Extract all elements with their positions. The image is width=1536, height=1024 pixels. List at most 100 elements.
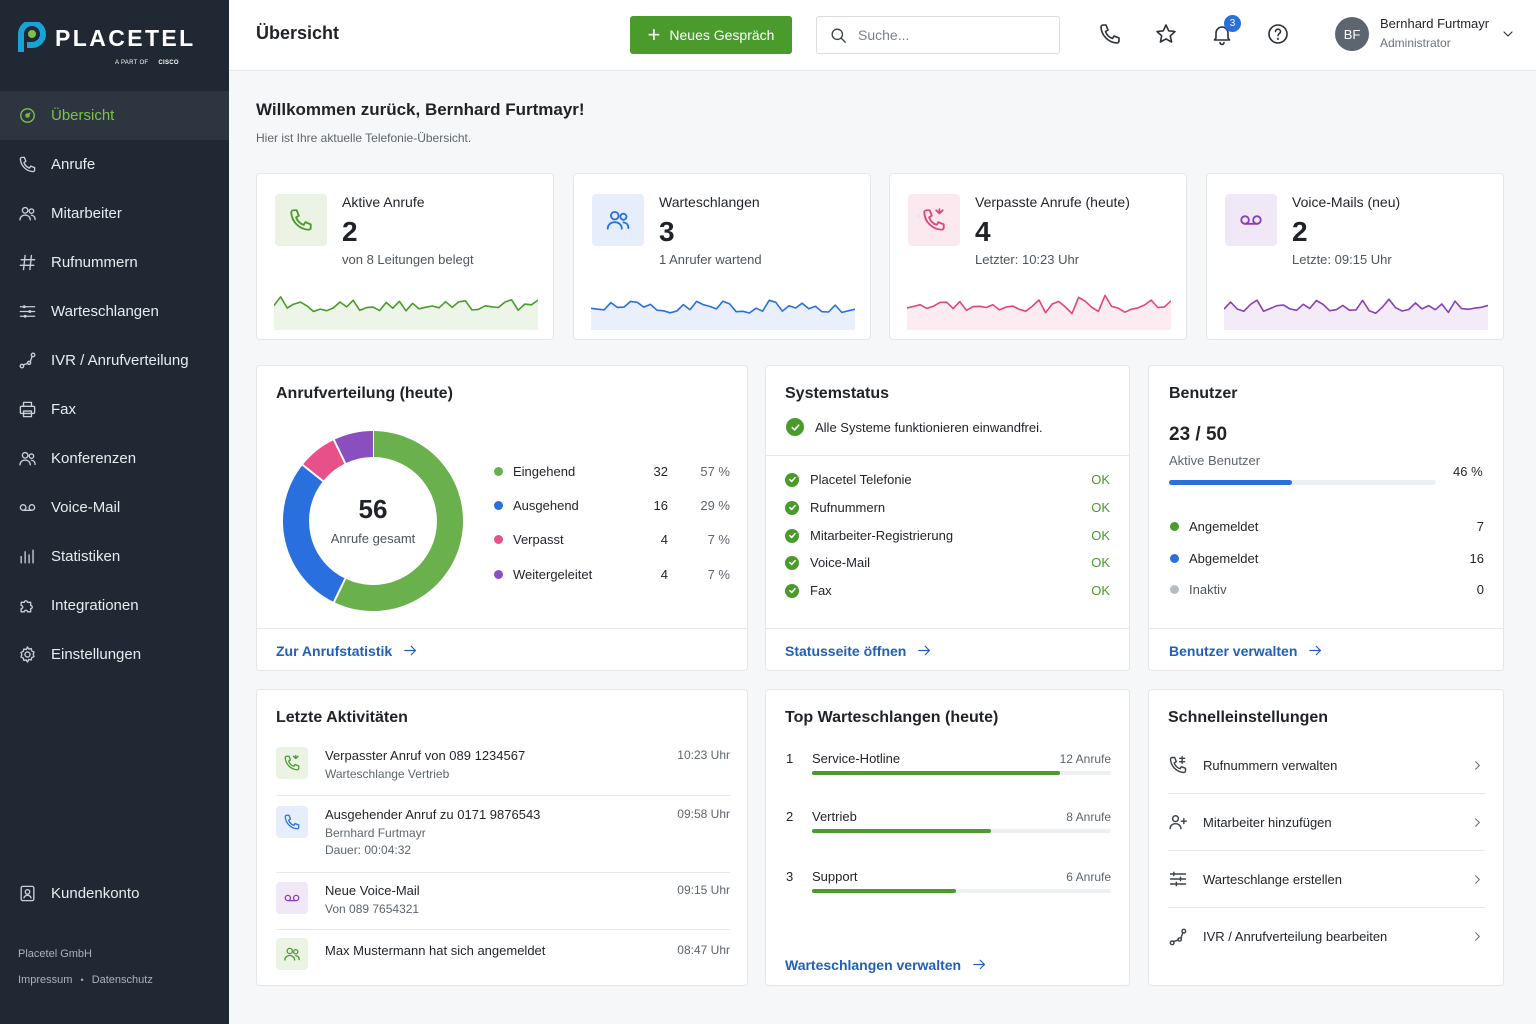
account-section: Kundenkonto xyxy=(0,869,229,918)
legend-percent: 29 % xyxy=(700,497,730,513)
activity-time: 09:15 Uhr xyxy=(677,883,730,897)
sidebar-item-ivr[interactable]: IVR / Anrufverteilung xyxy=(0,336,229,385)
quick-settings-card: Schnelleinstellungen Rufnummern verwalte… xyxy=(1148,689,1504,986)
sliders-icon xyxy=(1168,869,1188,889)
imprint-link[interactable]: Impressum xyxy=(18,974,72,986)
activity-icon-box xyxy=(276,882,308,914)
activity-item[interactable]: Verpasster Anruf von 089 1234567 Wartesc… xyxy=(276,747,730,787)
sidebar-item-label: Rufnummern xyxy=(51,254,138,271)
queue-item[interactable]: 3 Support 6 Anrufe xyxy=(786,869,1111,899)
system-status-row: Voice-Mail OK xyxy=(785,555,1110,570)
queue-item[interactable]: 1 Service-Hotline 12 Anrufe xyxy=(786,751,1111,781)
phone-button[interactable] xyxy=(1098,22,1122,46)
sidebar-item-voicemail[interactable]: Voice-Mail xyxy=(0,483,229,532)
sidebar-item-fax[interactable]: Fax xyxy=(0,385,229,434)
quick-setting-numbers[interactable]: Rufnummern verwalten xyxy=(1168,737,1485,794)
stat-label: Voice-Mails (neu) xyxy=(1292,194,1401,210)
stat-card-missed-calls[interactable]: Verpasste Anrufe (heute) 4 Letzter: 10:2… xyxy=(889,173,1187,340)
conference-icon xyxy=(18,449,37,468)
check-circle-icon xyxy=(785,528,799,543)
activity-item[interactable]: Max Mustermann hat sich angemeldet 08:47… xyxy=(276,938,730,972)
sidebar-item-rufnummern[interactable]: Rufnummern xyxy=(0,238,229,287)
card-divider xyxy=(766,628,1129,629)
quick-setting-create-queue[interactable]: Warteschlange erstellen xyxy=(1168,851,1485,908)
search-box xyxy=(816,16,1060,54)
favorites-button[interactable] xyxy=(1154,22,1178,46)
stat-card-active-calls[interactable]: Aktive Anrufe 2 von 8 Leitungen belegt xyxy=(256,173,554,340)
legend-count: 4 xyxy=(660,532,668,548)
new-call-button[interactable]: + Neues Gespräch xyxy=(630,16,792,54)
stat-subtext: Letzte: 09:15 Uhr xyxy=(1292,252,1392,267)
sidebar-item-anrufe[interactable]: Anrufe xyxy=(0,140,229,189)
system-summary-text: Alle Systeme funktionieren einwandfrei. xyxy=(815,419,1043,435)
sidebar-item-integrationen[interactable]: Integrationen xyxy=(0,581,229,630)
activity-title: Verpasster Anruf von 089 1234567 xyxy=(325,748,526,763)
activity-time: 10:23 Uhr xyxy=(677,748,730,762)
activity-icon-box xyxy=(276,747,308,779)
sidebar-item-einstellungen[interactable]: Einstellungen xyxy=(0,630,229,679)
stat-subtext: Letzter: 10:23 Uhr xyxy=(975,252,1080,267)
sidebar-item-kundenkonto[interactable]: Kundenkonto xyxy=(0,869,229,918)
phone-icon xyxy=(288,207,314,233)
phone-icon xyxy=(283,813,301,831)
quick-setting-add-user[interactable]: Mitarbeiter hinzufügen xyxy=(1168,794,1485,851)
stat-card-queues[interactable]: Warteschlangen 3 1 Anrufer wartend xyxy=(573,173,871,340)
stat-card-voicemails[interactable]: Voice-Mails (neu) 2 Letzte: 09:15 Uhr xyxy=(1206,173,1504,340)
card-title: Anrufverteilung (heute) xyxy=(276,385,453,402)
system-status: OK xyxy=(1091,472,1110,487)
sidebar-item-label: Voice-Mail xyxy=(51,499,121,516)
arrow-right-icon xyxy=(1307,642,1324,659)
user-icon xyxy=(283,945,301,963)
manage-queues-link[interactable]: Warteschlangen verwalten xyxy=(785,956,988,973)
status-page-link[interactable]: Statusseite öffnen xyxy=(785,642,933,659)
card-title: Schnelleinstellungen xyxy=(1168,709,1329,726)
user-menu-toggle[interactable] xyxy=(1500,26,1516,42)
sidebar-item-uebersicht[interactable]: Übersicht xyxy=(0,91,229,140)
legend-count: 32 xyxy=(653,463,668,479)
stat-subtext: von 8 Leitungen belegt xyxy=(342,252,474,267)
chevron-right-icon xyxy=(1470,872,1485,887)
arrow-right-icon xyxy=(916,642,933,659)
system-status: OK xyxy=(1091,555,1110,570)
manage-users-link[interactable]: Benutzer verwalten xyxy=(1169,642,1324,659)
quick-setting-ivr[interactable]: IVR / Anrufverteilung bearbeiten xyxy=(1168,908,1485,965)
voicemail-icon xyxy=(283,889,301,907)
search-input[interactable] xyxy=(858,27,1028,43)
help-button[interactable] xyxy=(1266,22,1290,46)
sidebar-item-konferenzen[interactable]: Konferenzen xyxy=(0,434,229,483)
queue-name: Service-Hotline xyxy=(812,751,901,766)
queue-name: Vertrieb xyxy=(812,809,857,824)
activity-title: Ausgehender Anruf zu 0171 9876543 xyxy=(325,807,541,822)
sidebar-item-label: Warteschlangen xyxy=(51,303,159,320)
activity-item[interactable]: Ausgehender Anruf zu 0171 9876543 Bernha… xyxy=(276,806,730,866)
activity-time: 08:47 Uhr xyxy=(677,943,730,957)
system-status-row: Rufnummern OK xyxy=(785,500,1110,515)
legend-dot xyxy=(494,466,503,476)
stat-icon-box xyxy=(1225,194,1277,246)
sidebar-item-statistiken[interactable]: Statistiken xyxy=(0,532,229,581)
queue-bar-fill xyxy=(812,889,956,893)
donut-slice-missed xyxy=(302,439,346,482)
stat-value: 2 xyxy=(1292,216,1308,247)
dashboard-icon xyxy=(18,106,37,125)
activity-item[interactable]: Neue Voice-Mail Von 089 7654321 09:15 Uh… xyxy=(276,882,730,922)
system-name: Fax xyxy=(810,583,832,598)
user-name[interactable]: Bernhard Furtmayr xyxy=(1380,16,1489,31)
sidebar-item-warteschlangen[interactable]: Warteschlangen xyxy=(0,287,229,336)
sidebar-item-mitarbeiter[interactable]: Mitarbeiter xyxy=(0,189,229,238)
queue-count: 12 Anrufe xyxy=(1059,752,1111,766)
legend-percent: 57 % xyxy=(700,463,730,479)
avatar[interactable]: BF xyxy=(1335,17,1369,51)
puzzle-icon xyxy=(18,596,37,615)
legend-row: Eingehend 32 57 % xyxy=(494,454,730,488)
stat-label: Aktive Anrufe xyxy=(342,194,425,210)
call-statistics-link[interactable]: Zur Anrufstatistik xyxy=(276,642,419,659)
legend-dot xyxy=(494,569,503,579)
queue-item[interactable]: 2 Vertrieb 8 Anrufe xyxy=(786,809,1111,839)
privacy-link[interactable]: Datenschutz xyxy=(92,974,153,986)
check-circle-icon xyxy=(785,555,799,570)
legend-count: 4 xyxy=(660,566,668,582)
placetel-logo[interactable]: PLACETEL A PART OF CISCO xyxy=(18,22,218,72)
donut-slice-forwarded xyxy=(333,431,374,464)
legend-percent: 7 % xyxy=(707,532,730,548)
